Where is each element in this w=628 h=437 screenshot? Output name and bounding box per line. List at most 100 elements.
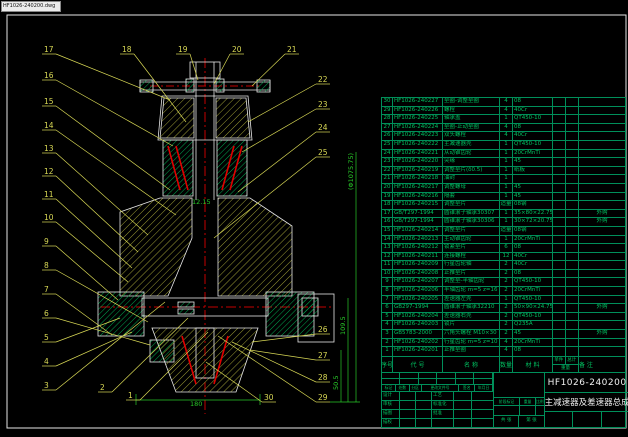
cell-no: 29 — [382, 107, 393, 115]
cell-name: 止推垫圈 — [443, 347, 500, 356]
table-row: 5HF1026-240204差速器右壳2QT450-10 — [382, 313, 625, 322]
cell-remark — [579, 313, 625, 321]
cell-code: HF1026-240211 — [393, 253, 443, 261]
cell-remark — [579, 141, 625, 149]
cell-material: 40Cr — [513, 253, 553, 261]
callout-leader — [56, 332, 132, 366]
cell-code: HF1026-240218 — [393, 175, 443, 183]
cell-qty: 1 — [500, 167, 513, 175]
cell-no: 17 — [382, 210, 393, 218]
header-weight-group: 单件 总计 重量 — [553, 357, 579, 372]
header-weight-unit: 单件 — [553, 357, 566, 364]
revision-label: 处数 — [396, 385, 410, 391]
callout-14: 14 — [44, 121, 54, 130]
cell-weight-total — [566, 175, 579, 183]
callout-5: 5 — [44, 333, 49, 342]
callout-6: 6 — [44, 309, 49, 318]
cell-weight-unit — [553, 227, 566, 235]
revision-labels: 标记处数分区更改文件号签名年月日 — [382, 385, 493, 392]
table-row: 3GB5783-2000六角头螺栓 M10×30245外购 — [382, 330, 625, 339]
cell-name: 从动锥齿轮 — [443, 150, 500, 158]
cell-remark — [579, 321, 625, 329]
callout-17: 17 — [44, 45, 54, 54]
table-row: 30HF1026-240227垫圈-调整垫圈408 — [382, 98, 625, 107]
cell-weight-total — [566, 124, 579, 132]
cell-weight-unit — [553, 193, 566, 201]
cell-no: 23 — [382, 158, 393, 166]
cell-material: 40Cr — [513, 132, 553, 140]
revision-label: 分区 — [410, 385, 422, 391]
cell-qty: 4 — [500, 132, 513, 140]
cell-qty: 4 — [500, 124, 513, 132]
cell-weight-unit — [553, 98, 566, 106]
role-label: 审核 — [382, 401, 400, 409]
table-header: 序号 代 号 名 称 数量 材 料 单件 总计 重量 备 注 — [382, 356, 625, 372]
cell-qty: 2 — [500, 313, 513, 321]
cell-code: HF1026-240212 — [393, 244, 443, 252]
cell-weight-unit — [553, 167, 566, 175]
sheet-number: 第 张 — [519, 416, 543, 427]
cell-material: 纸板 — [513, 167, 553, 175]
cell-weight-total — [566, 115, 579, 123]
cell-code: HF1026-240224 — [393, 124, 443, 132]
cell-code: HF1026-240205 — [393, 296, 443, 304]
role-cell — [416, 410, 432, 418]
cell-no: 5 — [382, 313, 393, 321]
cell-qty: 2 — [500, 261, 513, 269]
cell-remark — [579, 227, 625, 235]
cell-no: 20 — [382, 184, 393, 192]
cell-weight-unit — [553, 253, 566, 261]
cell-name: 垫圈-止动垫圈 — [443, 124, 500, 132]
cell-remark — [579, 115, 625, 123]
cell-name: 调整垫片 — [443, 201, 500, 209]
callout-27: 27 — [318, 351, 328, 360]
cell-material: Q235A — [513, 321, 553, 329]
cell-name: 调整垫片(δ0.5) — [443, 167, 500, 175]
weight-label: 重量 — [520, 398, 536, 405]
callout-19: 19 — [178, 45, 188, 54]
cell-qty: 6 — [500, 244, 513, 252]
cell-material: 08 — [513, 347, 553, 356]
callout-30: 30 — [264, 393, 274, 402]
role-cell — [416, 392, 432, 400]
cell-qty: 2 — [500, 304, 513, 312]
cell-code: HF1026-240220 — [393, 158, 443, 166]
cell-no: 28 — [382, 115, 393, 123]
cell-material: 45 — [513, 330, 553, 338]
cell-no: 2 — [382, 339, 393, 347]
drawing-title: 主减速器及差速器总成 — [545, 393, 628, 412]
header-material: 材 料 — [513, 357, 553, 372]
cell-no: 9 — [382, 278, 393, 286]
dimension-text: 180 — [190, 400, 202, 408]
cell-remark — [579, 261, 625, 269]
callout-leader — [56, 153, 148, 235]
cell-name: 双头螺栓 — [443, 132, 500, 140]
role-cell — [454, 392, 472, 400]
cell-weight-total — [566, 244, 579, 252]
title-block-id-area: HF1026-240200 主减速器及差速器总成 — [545, 373, 628, 427]
cell-weight-total — [566, 98, 579, 106]
cell-name: 差速器左壳 — [443, 296, 500, 304]
dimension-text: 50.5 — [332, 376, 340, 390]
cell-weight-unit — [553, 287, 566, 295]
cell-weight-unit — [553, 115, 566, 123]
cell-weight-total — [566, 210, 579, 218]
callout-1: 1 — [128, 391, 133, 400]
callout-26: 26 — [318, 325, 328, 334]
callout-leader — [56, 222, 128, 282]
cell-code: HF1026-240215 — [393, 201, 443, 209]
revision-label: 年月日 — [475, 385, 493, 391]
cell-weight-unit — [553, 278, 566, 286]
role-cell — [454, 419, 472, 427]
cell-name: 半轴齿轮 m=5 z=16 — [443, 287, 500, 295]
cell-weight-total — [566, 253, 579, 261]
parts-table: 30HF1026-240227垫圈-调整垫圈40829HF1026-240226… — [381, 97, 626, 373]
cell-name: 垫圈-调整垫圈 — [443, 98, 500, 106]
stage-mark-label: 阶段标记 — [494, 398, 520, 405]
cell-material: 08 — [513, 270, 553, 278]
role-cell — [472, 410, 493, 418]
header-code: 代 号 — [393, 357, 443, 372]
role-cell — [472, 401, 493, 409]
table-row: 20HF1026-240217调整螺母145 — [382, 184, 625, 193]
cell-weight-unit — [553, 236, 566, 244]
